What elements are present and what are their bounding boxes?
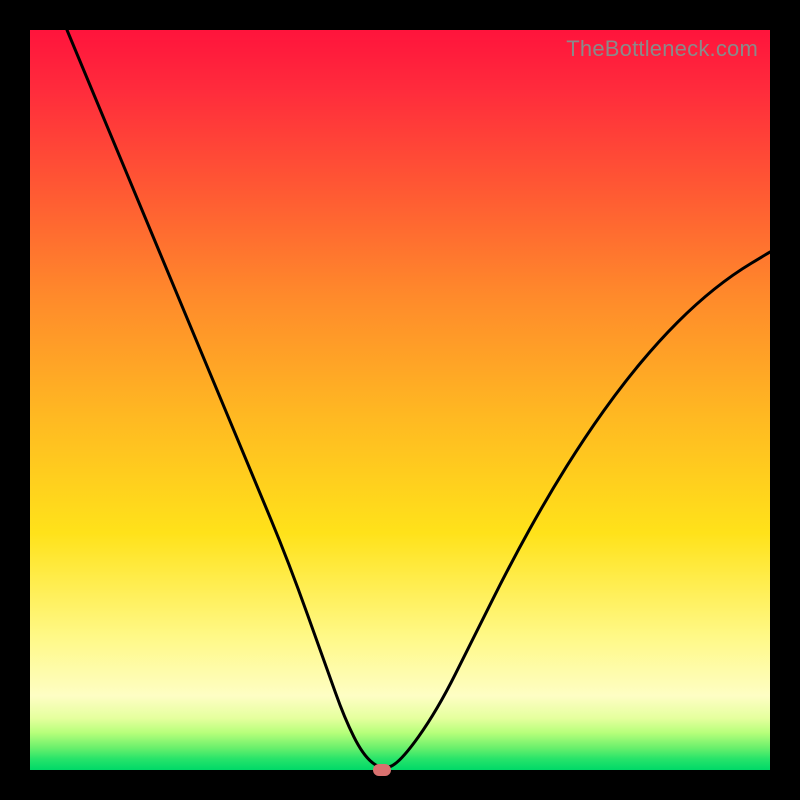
optimal-point-marker [373, 764, 391, 776]
plot-area: TheBottleneck.com [30, 30, 770, 770]
curve-path [67, 30, 770, 768]
chart-frame: TheBottleneck.com [0, 0, 800, 800]
bottleneck-curve [30, 30, 770, 770]
